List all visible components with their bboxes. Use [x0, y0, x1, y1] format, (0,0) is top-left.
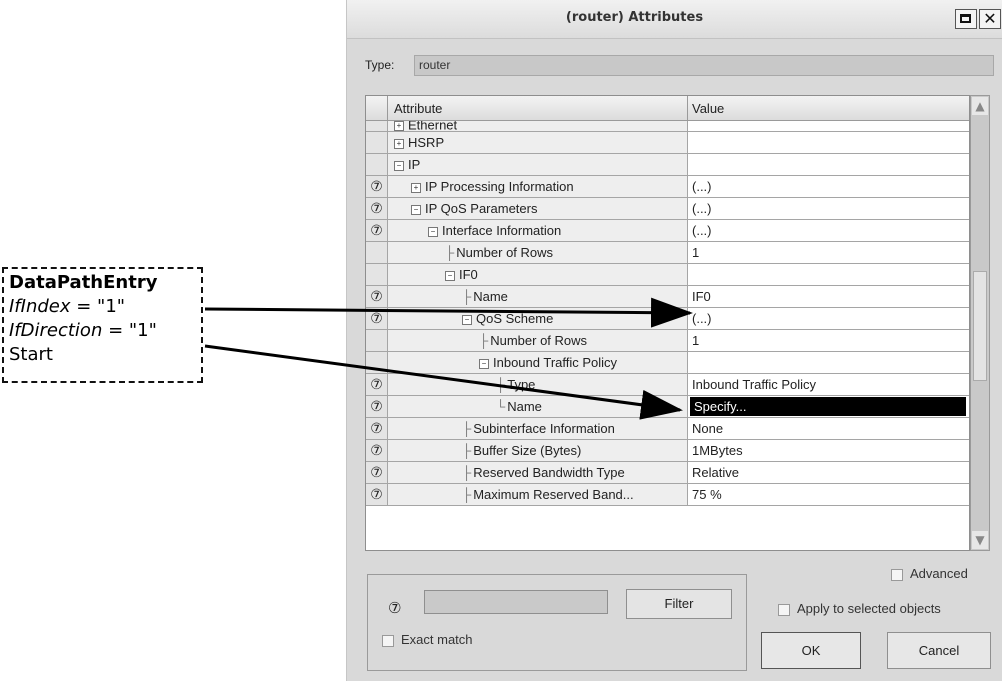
annotation-arrows — [204, 297, 693, 420]
arrow-ifdirection-to-type — [204, 344, 683, 420]
arrow-ifindex-to-name — [204, 297, 693, 328]
